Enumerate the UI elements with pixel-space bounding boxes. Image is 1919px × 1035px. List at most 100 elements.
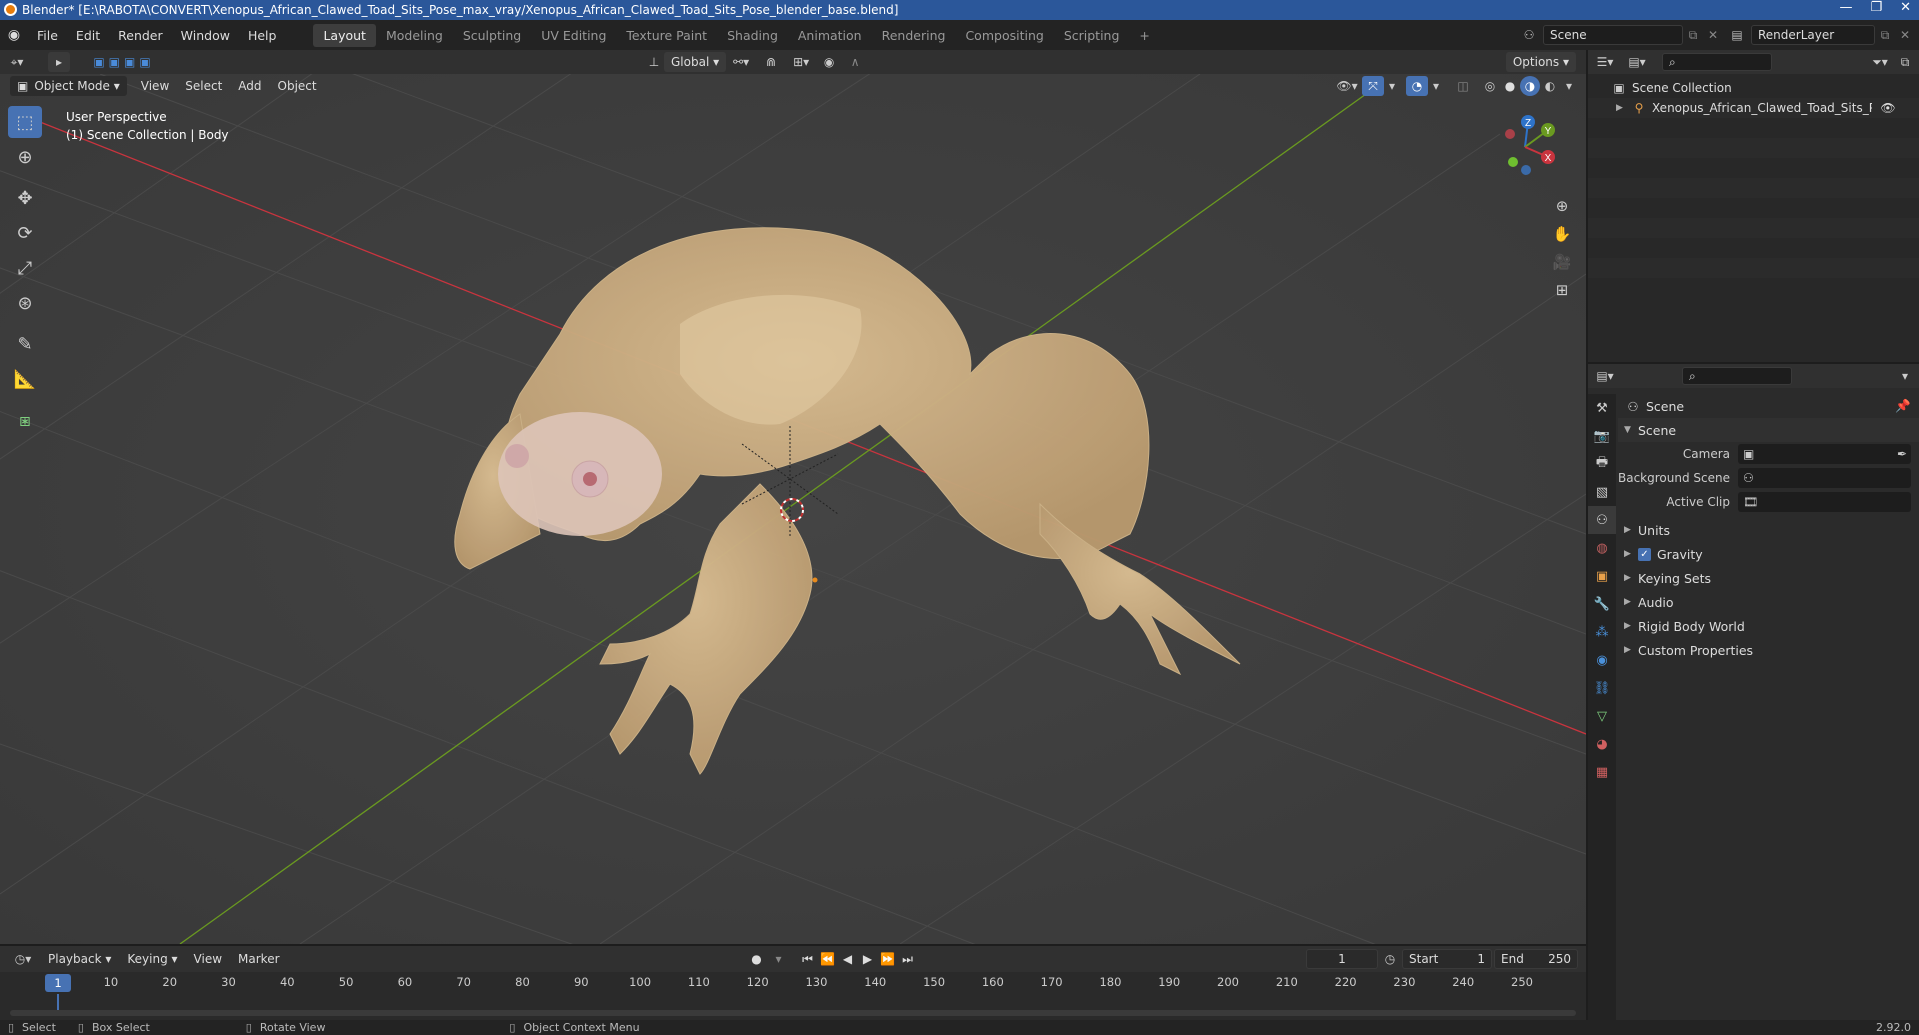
transform-orientation-dropdown[interactable]: Global ▾ [664,52,727,72]
new-view-layer-icon[interactable]: ⧉ [1875,28,1895,43]
texture-tab-icon[interactable]: ▦ [1588,758,1616,786]
panel-audio[interactable]: ▶ Audio [1618,590,1919,614]
delete-scene-icon[interactable]: ✕ [1703,28,1723,42]
measure-tool-icon[interactable]: 📐 [8,363,42,395]
transform-tool-icon[interactable]: ⊛ [8,287,42,319]
pan-hand-icon[interactable]: ✋ [1548,220,1576,248]
physics-tab-icon[interactable]: ◉ [1588,646,1616,674]
add-cube-tool-icon[interactable]: ⧆ [8,404,42,436]
frame-ruler[interactable]: 1 10 20 30 40 50 60 70 80 90 100 110 120 130 140 150 160… [0,972,1586,994]
tab-texture-paint[interactable]: Texture Paint [616,24,717,47]
material-shading-icon[interactable]: ◑ [1520,76,1540,96]
timeline-editor-type-icon[interactable]: ◷▾ [6,952,40,966]
options-dropdown[interactable]: Options ▾ [1505,52,1576,72]
close-icon[interactable]: ✕ [1900,0,1911,15]
menu-help[interactable]: Help [239,28,286,43]
tab-compositing[interactable]: Compositing [955,24,1053,47]
particles-tab-icon[interactable]: ⁂ [1588,618,1616,646]
gizmo-neg-x[interactable] [1505,129,1515,139]
tab-animation[interactable]: Animation [788,24,872,47]
play-icon[interactable]: ▶ [858,952,878,966]
view-layer-icon[interactable]: ▤ [1723,28,1751,42]
scale-tool-icon[interactable]: ⤢ [8,252,42,284]
snap-target-icon[interactable]: ⊞▾ [786,55,816,69]
tab-layout[interactable]: Layout [313,23,376,47]
falloff-icon[interactable]: ∧ [842,55,868,69]
menu-edit[interactable]: Edit [67,28,109,43]
tab-uv-editing[interactable]: UV Editing [531,24,616,47]
tab-scripting[interactable]: Scripting [1054,24,1130,47]
blender-menu-icon[interactable]: ◉ [0,27,28,43]
delete-view-layer-icon[interactable]: ✕ [1895,28,1915,42]
menu-render[interactable]: Render [109,28,172,43]
timeline-scrollbar[interactable] [10,1010,1576,1016]
perspective-toggle-icon[interactable]: ⊞ [1548,276,1576,304]
viewport-menu-add[interactable]: Add [230,79,269,93]
menu-file[interactable]: File [28,28,67,43]
display-mode-icon[interactable]: ▤▾ [1622,55,1652,69]
eyedropper-icon[interactable]: ✒ [1897,447,1907,461]
start-frame-field[interactable]: Start 1 [1402,949,1492,969]
timeline-menu-playback[interactable]: Playback ▾ [40,952,119,966]
material-tab-icon[interactable]: ◕ [1588,730,1616,758]
gizmo-dropdown-icon[interactable]: ▾ [1384,79,1400,93]
render-tab-icon[interactable]: 📷 [1588,422,1616,450]
data-tab-icon[interactable]: ▽ [1588,702,1616,730]
expand-arrow-icon[interactable]: ▶ [1616,103,1630,113]
output-tab-icon[interactable]: 🖶 [1588,450,1616,478]
rotate-tool-icon[interactable]: ⟳ [8,217,42,249]
current-frame-field[interactable]: 1 [1306,949,1378,969]
timeline-area[interactable]: 1 10 20 30 40 50 60 70 80 90 100 110 120 130 140 150 160… [0,972,1586,1020]
panel-units[interactable]: ▶ Units [1618,518,1919,542]
minimize-icon[interactable]: — [1839,0,1852,15]
pin-icon[interactable]: 📌 [1893,398,1913,414]
scene-selector[interactable]: Scene [1543,25,1683,45]
navigation-gizmo[interactable]: Z Y X [1490,112,1560,182]
object-tab-icon[interactable]: ▣ [1588,562,1616,590]
jump-start-icon[interactable]: ⏮ [798,952,818,967]
move-tool-icon[interactable]: ✥ [8,182,42,214]
active-clip-field[interactable]: 🎞 [1738,492,1911,512]
panel-scene-header[interactable]: ▼ Scene [1618,418,1919,442]
selection-mode-icons[interactable]: ▣▣▣▣ [84,55,164,69]
editor-type-icon[interactable]: ⌖▾ [0,55,34,70]
eye-visibility-icon[interactable]: 👁 [1878,101,1898,115]
properties-editor-type-icon[interactable]: ▤▾ [1588,369,1622,383]
overlay-dropdown-icon[interactable]: ▾ [1428,79,1444,93]
cursor-tool-icon[interactable]: ⊕ [8,141,42,173]
timeline-menu-view[interactable]: View [186,952,230,966]
pivot-point-icon[interactable]: ⚯▾ [726,55,756,69]
keying-dropdown-icon[interactable]: ▾ [768,952,790,966]
snap-icon[interactable]: ⋒ [756,55,786,69]
visibility-icon[interactable]: 👁▾ [1332,79,1362,93]
properties-search-input[interactable]: ⌕ [1682,367,1792,385]
gizmo-neg-z[interactable] [1521,165,1531,175]
outliner-search-input[interactable]: ⌕ [1662,53,1772,71]
world-tab-icon[interactable]: ◍ [1588,534,1616,562]
viewport-menu-view[interactable]: View [133,79,177,93]
menu-window[interactable]: Window [172,28,239,43]
outliner-row-object[interactable]: ▶ ⚲ Xenopus_African_Clawed_Toad_Sits_Pos… [1588,98,1919,118]
select-tool-icon[interactable]: ▸ [48,52,70,72]
background-scene-field[interactable]: ⚇ [1738,468,1911,488]
preview-range-icon[interactable]: ◷ [1378,952,1402,966]
filter-icon[interactable]: ⏷▾ [1865,55,1895,70]
wireframe-shading-icon[interactable]: ◎ [1480,79,1500,93]
shading-dropdown-icon[interactable]: ▾ [1560,79,1578,93]
rendered-shading-icon[interactable]: ◐ [1540,79,1560,93]
tool-tab-icon[interactable]: ⚒ [1588,394,1616,422]
gizmo-neg-y[interactable] [1508,157,1518,167]
maximize-icon[interactable]: ❐ [1870,0,1882,15]
outliner-editor-type-icon[interactable]: ☰▾ [1588,55,1622,69]
select-box-icon[interactable]: ⬚ [8,106,42,138]
timeline-menu-marker[interactable]: Marker [230,952,287,966]
view-layer-tab-icon[interactable]: ▧ [1588,478,1616,506]
jump-end-icon[interactable]: ⏭ [898,952,918,967]
add-workspace-icon[interactable]: + [1129,24,1159,47]
zoom-icon[interactable]: ⊕ [1548,192,1576,220]
new-scene-icon[interactable]: ⧉ [1683,28,1703,43]
tab-modeling[interactable]: Modeling [376,24,453,47]
outliner-row-scene-collection[interactable]: ▣ Scene Collection [1588,78,1919,98]
camera-field[interactable]: ▣ ✒ [1738,444,1911,464]
new-collection-icon[interactable]: ⧉ [1895,55,1915,70]
